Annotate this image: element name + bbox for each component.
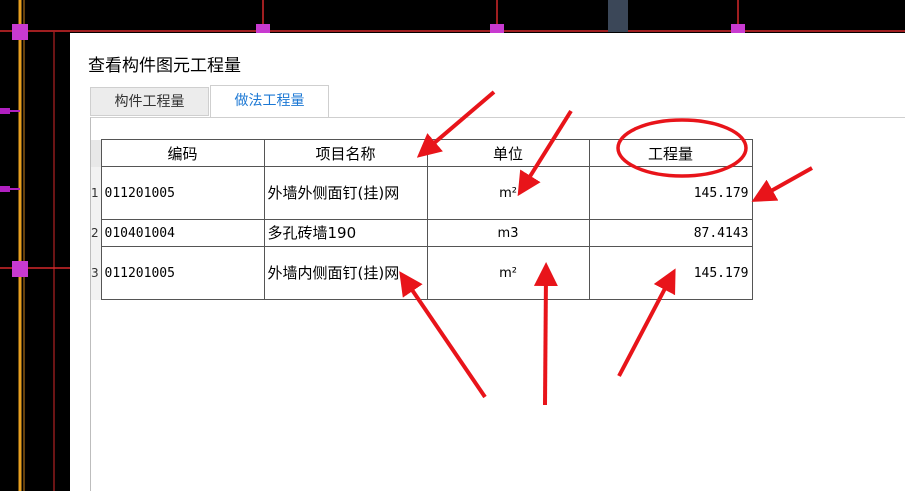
row-number: 2 xyxy=(91,219,102,247)
row-number: 3 xyxy=(91,246,102,300)
cell-code[interactable]: 011201005 xyxy=(100,246,265,300)
column-header-code[interactable]: 编码 xyxy=(100,139,265,167)
cad-gray-block xyxy=(608,0,628,32)
cell-code[interactable]: 011201005 xyxy=(100,166,265,220)
cell-name[interactable]: 外墙外侧面钉(挂)网 xyxy=(263,166,428,220)
cell-name[interactable]: 多孔砖墙190 xyxy=(263,219,428,247)
cell-unit[interactable]: m² xyxy=(426,246,590,300)
dialog-title: 查看构件图元工程量 xyxy=(88,56,241,76)
table-row[interactable]: 1 011201005 外墙外侧面钉(挂)网 m² 145.179 xyxy=(91,166,753,220)
row-number: 1 xyxy=(91,166,102,220)
cell-code[interactable]: 010401004 xyxy=(100,219,265,247)
cell-name[interactable]: 外墙内侧面钉(挂)网 xyxy=(263,246,428,300)
cell-unit[interactable]: m3 xyxy=(426,219,590,247)
table-row[interactable]: 3 011201005 外墙内侧面钉(挂)网 m² 145.179 xyxy=(91,246,753,300)
tab-method-quantity[interactable]: 做法工程量 xyxy=(210,85,329,118)
table-corner xyxy=(91,139,102,167)
tab-panel: 编码 项目名称 单位 工程量 1 011201005 外墙外侧面钉(挂)网 m²… xyxy=(90,117,905,491)
cell-quantity[interactable]: 87.4143 xyxy=(588,219,753,247)
table-row[interactable]: 2 010401004 多孔砖墙190 m3 87.4143 xyxy=(91,219,753,247)
column-header-name[interactable]: 项目名称 xyxy=(263,139,428,167)
quantity-table: 编码 项目名称 单位 工程量 1 011201005 外墙外侧面钉(挂)网 m²… xyxy=(91,139,753,300)
table-header-row: 编码 项目名称 单位 工程量 xyxy=(91,139,753,167)
cell-quantity[interactable]: 145.179 xyxy=(588,166,753,220)
column-header-unit[interactable]: 单位 xyxy=(426,139,590,167)
tab-component-quantity[interactable]: 构件工程量 xyxy=(90,87,209,116)
quantity-dialog: 查看构件图元工程量 构件工程量 做法工程量 编码 项目名称 单位 工程量 1 0… xyxy=(70,33,905,491)
cell-unit[interactable]: m² xyxy=(426,166,590,220)
column-header-quantity[interactable]: 工程量 xyxy=(588,139,753,167)
cell-quantity[interactable]: 145.179 xyxy=(588,246,753,300)
